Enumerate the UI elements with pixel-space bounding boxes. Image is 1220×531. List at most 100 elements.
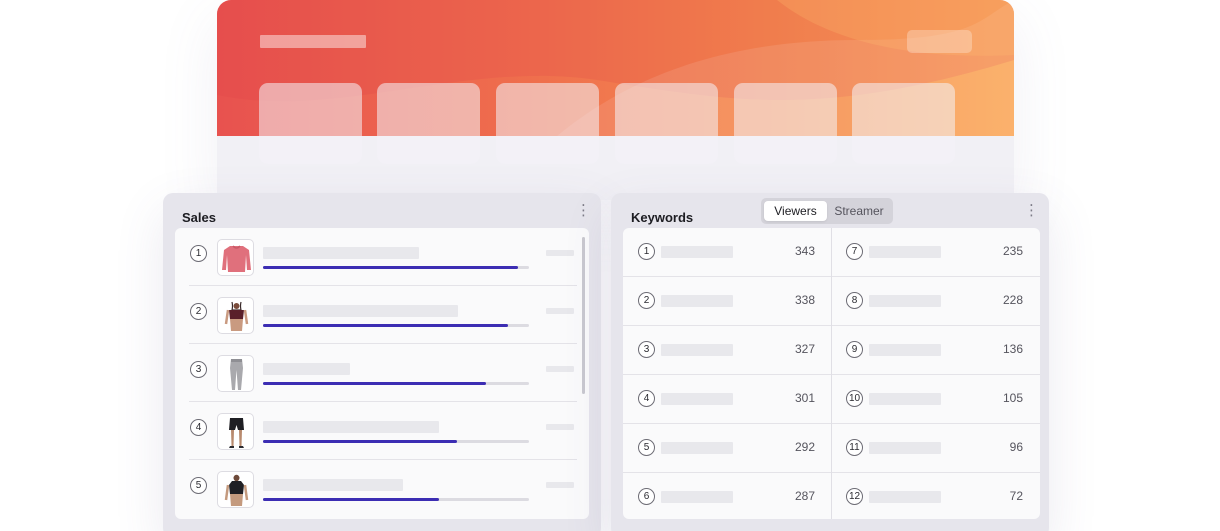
sales-panel-title: Sales — [182, 210, 216, 225]
stat-tile — [377, 83, 480, 164]
stat-tile — [496, 83, 599, 164]
product-thumbnail — [217, 413, 254, 450]
rank-badge: 5 — [190, 477, 207, 494]
sales-value-placeholder — [546, 482, 574, 488]
rank-badge: 9 — [846, 341, 863, 358]
sales-list-item[interactable]: 2 — [189, 286, 577, 344]
sports-bra-image — [224, 301, 249, 331]
hero-action-button[interactable] — [907, 30, 972, 53]
keyword-count: 338 — [794, 293, 815, 307]
keyword-placeholder — [661, 393, 733, 405]
sales-progress-fill — [263, 382, 487, 385]
product-thumbnail — [217, 297, 254, 334]
rank-badge: 5 — [638, 439, 655, 456]
keywords-tab-switcher: Viewers Streamer — [761, 198, 893, 224]
tab-viewers[interactable]: Viewers — [764, 201, 827, 221]
keyword-count: 136 — [1002, 342, 1023, 356]
product-thumbnail — [217, 355, 254, 392]
stat-tile — [852, 83, 955, 164]
vertical-dots-icon[interactable]: ⋮ — [1024, 203, 1039, 218]
rank-badge: 6 — [638, 488, 655, 505]
sales-value-placeholder — [546, 308, 574, 314]
keyword-item[interactable]: 11 96 — [832, 424, 1040, 473]
keyword-count: 327 — [794, 342, 815, 356]
keyword-placeholder — [661, 442, 733, 454]
rank-badge: 3 — [638, 341, 655, 358]
stat-tile — [734, 83, 837, 164]
product-thumbnail — [217, 471, 254, 508]
product-name-placeholder — [263, 363, 350, 375]
rank-badge: 1 — [638, 243, 655, 260]
stat-tile — [259, 83, 362, 164]
keyword-count: 287 — [794, 489, 815, 503]
keyword-item[interactable]: 5 292 — [623, 424, 831, 473]
keyword-count: 96 — [1009, 440, 1023, 454]
keyword-item[interactable]: 2 338 — [623, 277, 831, 326]
rank-badge: 4 — [190, 419, 207, 436]
sales-list-item[interactable]: 4 — [189, 402, 577, 460]
rank-badge: 11 — [846, 439, 863, 456]
rank-badge: 10 — [846, 390, 863, 407]
hero-title-placeholder — [260, 35, 366, 48]
keyword-placeholder — [869, 393, 941, 405]
product-name-placeholder — [263, 479, 403, 491]
sales-progress-bar — [263, 324, 529, 327]
keyword-item[interactable]: 7 235 — [832, 228, 1040, 277]
keyword-placeholder — [869, 442, 941, 454]
keyword-placeholder — [661, 246, 733, 258]
keyword-placeholder — [869, 246, 941, 258]
keyword-count: 292 — [794, 440, 815, 454]
keyword-item[interactable]: 9 136 — [832, 326, 1040, 375]
background-dashboard — [217, 0, 1014, 200]
sales-progress-fill — [263, 324, 508, 327]
keyword-item[interactable]: 6 287 — [623, 473, 831, 519]
keyword-item[interactable]: 8 228 — [832, 277, 1040, 326]
product-name-placeholder — [263, 421, 439, 433]
sales-progress-bar — [263, 266, 529, 269]
rank-badge: 3 — [190, 361, 207, 378]
keyword-placeholder — [661, 344, 733, 356]
grey-leggings-image — [230, 359, 243, 390]
rank-badge: 7 — [846, 243, 863, 260]
sales-list-item[interactable]: 3 — [189, 344, 577, 402]
keyword-count: 343 — [794, 244, 815, 258]
keyword-item[interactable]: 1 343 — [623, 228, 831, 277]
black-crop-top-image — [224, 474, 249, 506]
keywords-panel: Keywords ⋮ 1 343 2 338 3 327 4 301 5 292… — [611, 193, 1049, 531]
keyword-count: 301 — [794, 391, 815, 405]
sales-scrollbar[interactable] — [582, 237, 585, 394]
sales-progress-bar — [263, 498, 529, 501]
keyword-placeholder — [661, 491, 733, 503]
keyword-item[interactable]: 3 327 — [623, 326, 831, 375]
keyword-placeholder — [869, 344, 941, 356]
sales-progress-fill — [263, 266, 519, 269]
keyword-count: 72 — [1009, 489, 1023, 503]
sales-progress-bar — [263, 440, 529, 443]
keyword-item[interactable]: 10 105 — [832, 375, 1040, 424]
keyword-placeholder — [869, 295, 941, 307]
vertical-dots-icon[interactable]: ⋮ — [576, 203, 591, 218]
rank-badge: 4 — [638, 390, 655, 407]
sales-list-item[interactable]: 5 — [189, 460, 577, 518]
sales-value-placeholder — [546, 424, 574, 430]
tab-streamer[interactable]: Streamer — [828, 201, 890, 221]
keyword-item[interactable]: 4 301 — [623, 375, 831, 424]
column-divider — [831, 228, 832, 519]
keyword-count: 235 — [1002, 244, 1023, 258]
sales-value-placeholder — [546, 366, 574, 372]
sales-progress-fill — [263, 440, 458, 443]
rank-badge: 12 — [846, 488, 863, 505]
keyword-placeholder — [869, 491, 941, 503]
product-thumbnail — [217, 239, 254, 276]
rank-badge: 2 — [190, 303, 207, 320]
sales-list-item[interactable]: 1 — [189, 228, 577, 286]
keyword-placeholder — [661, 295, 733, 307]
sales-progress-bar — [263, 382, 529, 385]
rank-badge: 2 — [638, 292, 655, 309]
sales-list: 1 2 3 4 5 — [175, 228, 589, 519]
black-shorts-image — [229, 418, 244, 448]
rank-badge: 1 — [190, 245, 207, 262]
keyword-item[interactable]: 12 72 — [832, 473, 1040, 519]
stat-tile — [615, 83, 718, 164]
product-name-placeholder — [263, 247, 419, 259]
